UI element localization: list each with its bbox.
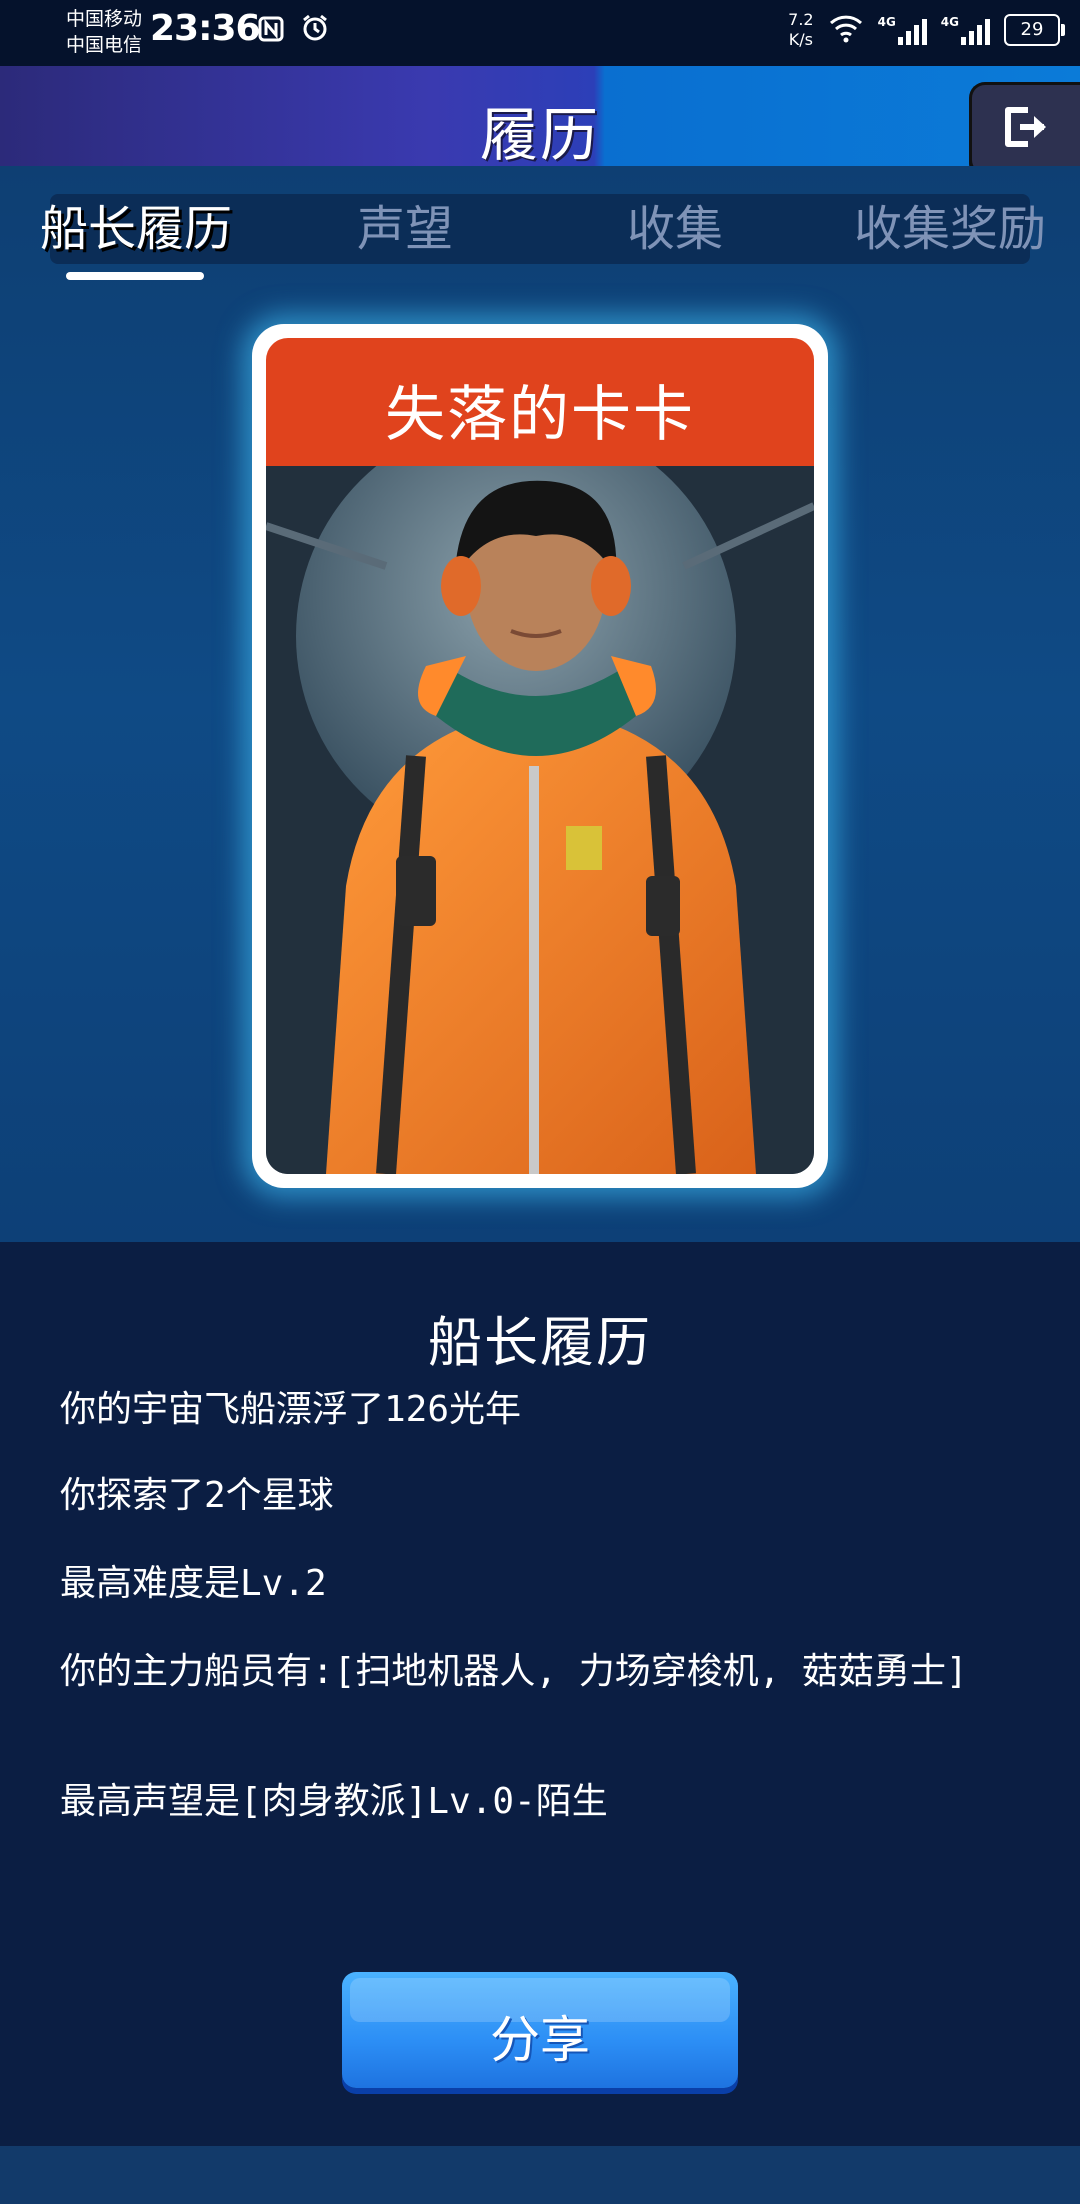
tab-collection-rewards[interactable]: 收集奖励 <box>850 194 1050 264</box>
tab-reputation[interactable]: 声望 <box>330 194 480 264</box>
carrier-2: 中国电信 <box>66 34 143 56</box>
nfc-icon <box>258 16 293 49</box>
clock: 23:36 <box>150 8 261 49</box>
exit-button[interactable] <box>969 82 1080 176</box>
carrier-1: 中国移动 <box>66 8 143 30</box>
status-icons-left <box>258 14 329 49</box>
stat-max-reputation: 最高声望是[肉身教派]Lv.0-陌生 <box>60 1781 608 1822</box>
alarm-icon <box>301 14 329 49</box>
card-name: 失落的卡卡 <box>385 380 695 450</box>
wifi-icon <box>828 13 864 47</box>
signal-icon <box>897 15 927 45</box>
stat-light-years: 你的宇宙飞船漂浮了126光年 <box>60 1389 522 1430</box>
stat-max-difficulty: 最高难度是Lv.2 <box>60 1563 327 1604</box>
net-type-2: 4G <box>940 15 959 29</box>
astronaut-illustration <box>266 466 814 1174</box>
status-bar: 中国移动 中国电信 23:36 7.2 K/s 4G 4G 29 <box>0 0 1080 66</box>
captain-card: 失落的卡卡 <box>252 324 828 1188</box>
carrier-info: 中国移动 中国电信 <box>66 6 142 58</box>
stat-planets-explored: 你探索了2个星球 <box>60 1475 334 1516</box>
share-label: 分享 <box>490 2011 590 2069</box>
details-title: 船长履历 <box>428 1311 652 1374</box>
page-title: 履历 <box>479 101 600 169</box>
signal-icon <box>961 15 990 45</box>
exit-icon <box>1000 104 1052 154</box>
bottom-bar <box>0 2146 1080 2204</box>
stat-main-crew: 你的主力船员有:[扫地机器人, 力场穿梭机, 菇菇勇士] <box>60 1651 968 1692</box>
net-speed: 7.2 K/s <box>788 10 813 50</box>
net-speed-unit: K/s <box>788 30 813 49</box>
top-bar: 履历 <box>0 66 1080 176</box>
net-type-1: 4G <box>877 15 896 29</box>
card-banner: 失落的卡卡 <box>266 338 814 466</box>
tab-collection[interactable]: 收集 <box>600 194 750 264</box>
net-speed-value: 7.2 <box>788 10 814 29</box>
captain-portrait <box>266 466 814 1174</box>
status-icons-right: 7.2 K/s 4G 4G 29 <box>788 10 1065 50</box>
tab-captain-record[interactable]: 船长履历 <box>40 194 232 264</box>
share-button[interactable]: 分享 <box>342 1972 738 2088</box>
active-tab-indicator <box>66 272 204 280</box>
battery-icon: 29 <box>1004 14 1065 46</box>
battery-level: 29 <box>1020 19 1044 40</box>
